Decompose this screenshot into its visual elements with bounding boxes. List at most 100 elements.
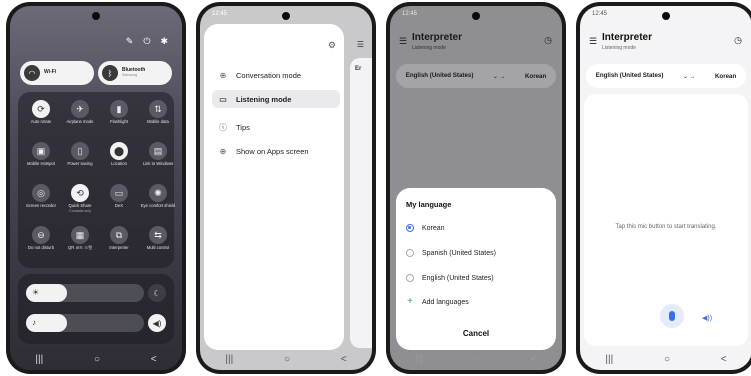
sun-icon: ☀ [32, 288, 40, 297]
target-language[interactable]: Korean [715, 73, 736, 80]
menu-icon[interactable]: ☰ [589, 36, 597, 47]
quick-tile-label: Link to Windows [142, 161, 174, 166]
quick-tile-airplane[interactable]: ✈ Airplane mode [61, 100, 99, 125]
menu-icon[interactable]: ☰ [357, 40, 364, 49]
home-button[interactable]: ○ [664, 354, 670, 365]
recents-button[interactable]: ||| [605, 354, 613, 365]
background-language-chip: Er [355, 66, 362, 72]
listening-mode-screen: 12:45 ☰ Interpreter Listening mode ◷ Eng… [580, 6, 751, 370]
eye-comfort-icon: ✺ [149, 184, 167, 202]
speaker-icon[interactable]: ◀)) [702, 314, 712, 322]
quick-tile-label: Interpreter [109, 245, 129, 250]
dark-mode-icon[interactable]: ☾ [148, 284, 166, 302]
app-bar: ☰ Interpreter Listening mode ◷ [580, 28, 751, 58]
quick-tile-label: Airplane mode [66, 119, 94, 124]
cancel-button[interactable]: Cancel [396, 329, 556, 338]
menu-item-label: Conversation mode [236, 70, 302, 80]
quick-tile-label: Multi control [146, 245, 170, 250]
dex-icon: ▭ [110, 184, 128, 202]
language-option-korean[interactable]: Korean [406, 224, 445, 232]
menu-icon[interactable]: ☰ [399, 36, 407, 47]
quick-tile-label: Mobile data [147, 119, 169, 124]
source-language[interactable]: English (United States) [596, 72, 664, 79]
quick-tile-rotate[interactable]: ⟳ Auto rotate [22, 100, 60, 125]
volume-slider[interactable]: ♪ [26, 314, 144, 332]
add-languages-button[interactable]: + Add languages [406, 296, 469, 307]
target-language[interactable]: Korean [525, 73, 546, 80]
swap-arrow-icon[interactable]: ⌄ → [683, 73, 696, 80]
back-button[interactable]: < [531, 354, 537, 365]
quick-tile-interpreter[interactable]: ⧉ Interpreter [100, 226, 138, 251]
menu-item-conversation-mode[interactable]: ⊕ Conversation mode [212, 66, 340, 84]
data-arrows-icon: ⇅ [149, 100, 167, 118]
quick-tile-label: Mobile Hotspot [27, 161, 55, 166]
back-button[interactable]: < [341, 354, 347, 365]
menu-item-show-on-apps[interactable]: ⊕ Show on Apps screen [212, 142, 340, 160]
quick-tiles-grid: ⟳ Auto rotate ✈ Airplane mode ▮ Flashlight ⇅ Mo… [18, 92, 177, 268]
bluetooth-label-wrap: Bluetooth Samsung [122, 68, 145, 77]
swap-arrow-icon[interactable]: ⌄ → [493, 73, 506, 80]
home-button[interactable]: ○ [284, 354, 290, 365]
quick-tile-do-not-disturb[interactable]: ⊖ Do not disturb [22, 226, 60, 251]
home-button[interactable]: ○ [94, 354, 100, 365]
quick-tile-location-pin[interactable]: ⬤ Location [100, 142, 138, 167]
phone-listening-mode: 12:45 ☰ Interpreter Listening mode ◷ Eng… [576, 2, 751, 374]
back-button[interactable]: < [721, 354, 727, 365]
quick-tile-label: QR 코드 스캔 [67, 245, 93, 250]
navigation-bar: ||| ○ < [580, 348, 751, 370]
background-app-card [350, 58, 372, 348]
location-pin-icon: ⬤ [110, 142, 128, 160]
bluetooth-toggle[interactable]: ᛒ Bluetooth Samsung [98, 61, 172, 85]
app-title: Interpreter [412, 32, 463, 43]
quick-tile-label: DeX [114, 203, 124, 208]
settings-gear-icon[interactable]: ⚙ [328, 40, 336, 51]
quick-tile-multi-control[interactable]: ⇆ Multi control [139, 226, 177, 251]
language-option-english[interactable]: English (United States) [406, 274, 494, 282]
menu-item-label: Tips [236, 122, 250, 132]
plus-icon: + [407, 296, 413, 307]
bluetooth-device: Samsung [122, 72, 138, 77]
quick-tile-link-windows[interactable]: ▤ Link to Windows [139, 142, 177, 167]
brightness-slider[interactable]: ☀ [26, 284, 144, 302]
quick-tile-flashlight[interactable]: ▮ Flashlight [100, 100, 138, 125]
recents-button[interactable]: ||| [415, 354, 423, 365]
quick-tile-data-arrows[interactable]: ⇅ Mobile data [139, 100, 177, 125]
quick-tile-quick-share[interactable]: ⟲ Quick Share Contacts only [61, 184, 99, 213]
quick-tile-dex[interactable]: ▭ DeX [100, 184, 138, 209]
flashlight-icon: ▮ [110, 100, 128, 118]
recents-button[interactable]: ||| [225, 354, 233, 365]
gear-icon[interactable]: ✱ [160, 36, 168, 47]
recents-button[interactable]: ||| [35, 354, 43, 365]
language-option-spanish[interactable]: Spanish (United States) [406, 249, 496, 257]
source-language[interactable]: English (United States) [406, 72, 474, 79]
quick-tile-label: Power saving [67, 161, 93, 166]
quick-settings-top-icons: ✎ ⏻ ✱ [126, 36, 168, 47]
transcript-area: Tap this mic button to start translating… [584, 94, 748, 346]
wifi-toggle[interactable]: ◠ Wi-Fi [20, 61, 94, 85]
camera-punch-hole [282, 12, 290, 20]
status-time: 12:45 [592, 11, 608, 17]
quick-tile-screen-record[interactable]: ◎ Screen recorder [22, 184, 60, 209]
home-button[interactable]: ○ [474, 354, 480, 365]
quick-tile-battery[interactable]: ▯ Power saving [61, 142, 99, 167]
power-icon[interactable]: ⏻ [143, 36, 150, 47]
quick-tile-hotspot[interactable]: ▣ Mobile Hotspot [22, 142, 60, 167]
menu-item-tips[interactable]: ⓘ Tips [212, 118, 340, 136]
wifi-label: Wi-Fi [44, 69, 57, 76]
menu-item-label: Show on Apps screen [236, 146, 309, 156]
hotspot-icon: ▣ [32, 142, 50, 160]
quick-tile-eye-comfort[interactable]: ✺ Eye comfort shield [139, 184, 177, 209]
volume-icon[interactable]: ◀) [148, 314, 166, 332]
navigation-bar: ||| ○ < [10, 348, 182, 370]
pencil-icon[interactable]: ✎ [126, 36, 134, 47]
history-icon[interactable]: ◷ [734, 35, 742, 46]
back-button[interactable]: < [151, 354, 157, 365]
quick-tile-qr-scan[interactable]: ▦ QR 코드 스캔 [61, 226, 99, 251]
menu-item-listening-mode[interactable]: ▭ Listening mode [212, 90, 340, 108]
history-icon[interactable]: ◷ [544, 35, 552, 46]
status-time: 12:45 [212, 11, 228, 17]
mic-button[interactable] [660, 304, 684, 328]
camera-punch-hole [472, 12, 480, 20]
quick-tile-label: Screen recorder [25, 203, 57, 208]
conversation-icon: ⊕ [219, 70, 227, 80]
